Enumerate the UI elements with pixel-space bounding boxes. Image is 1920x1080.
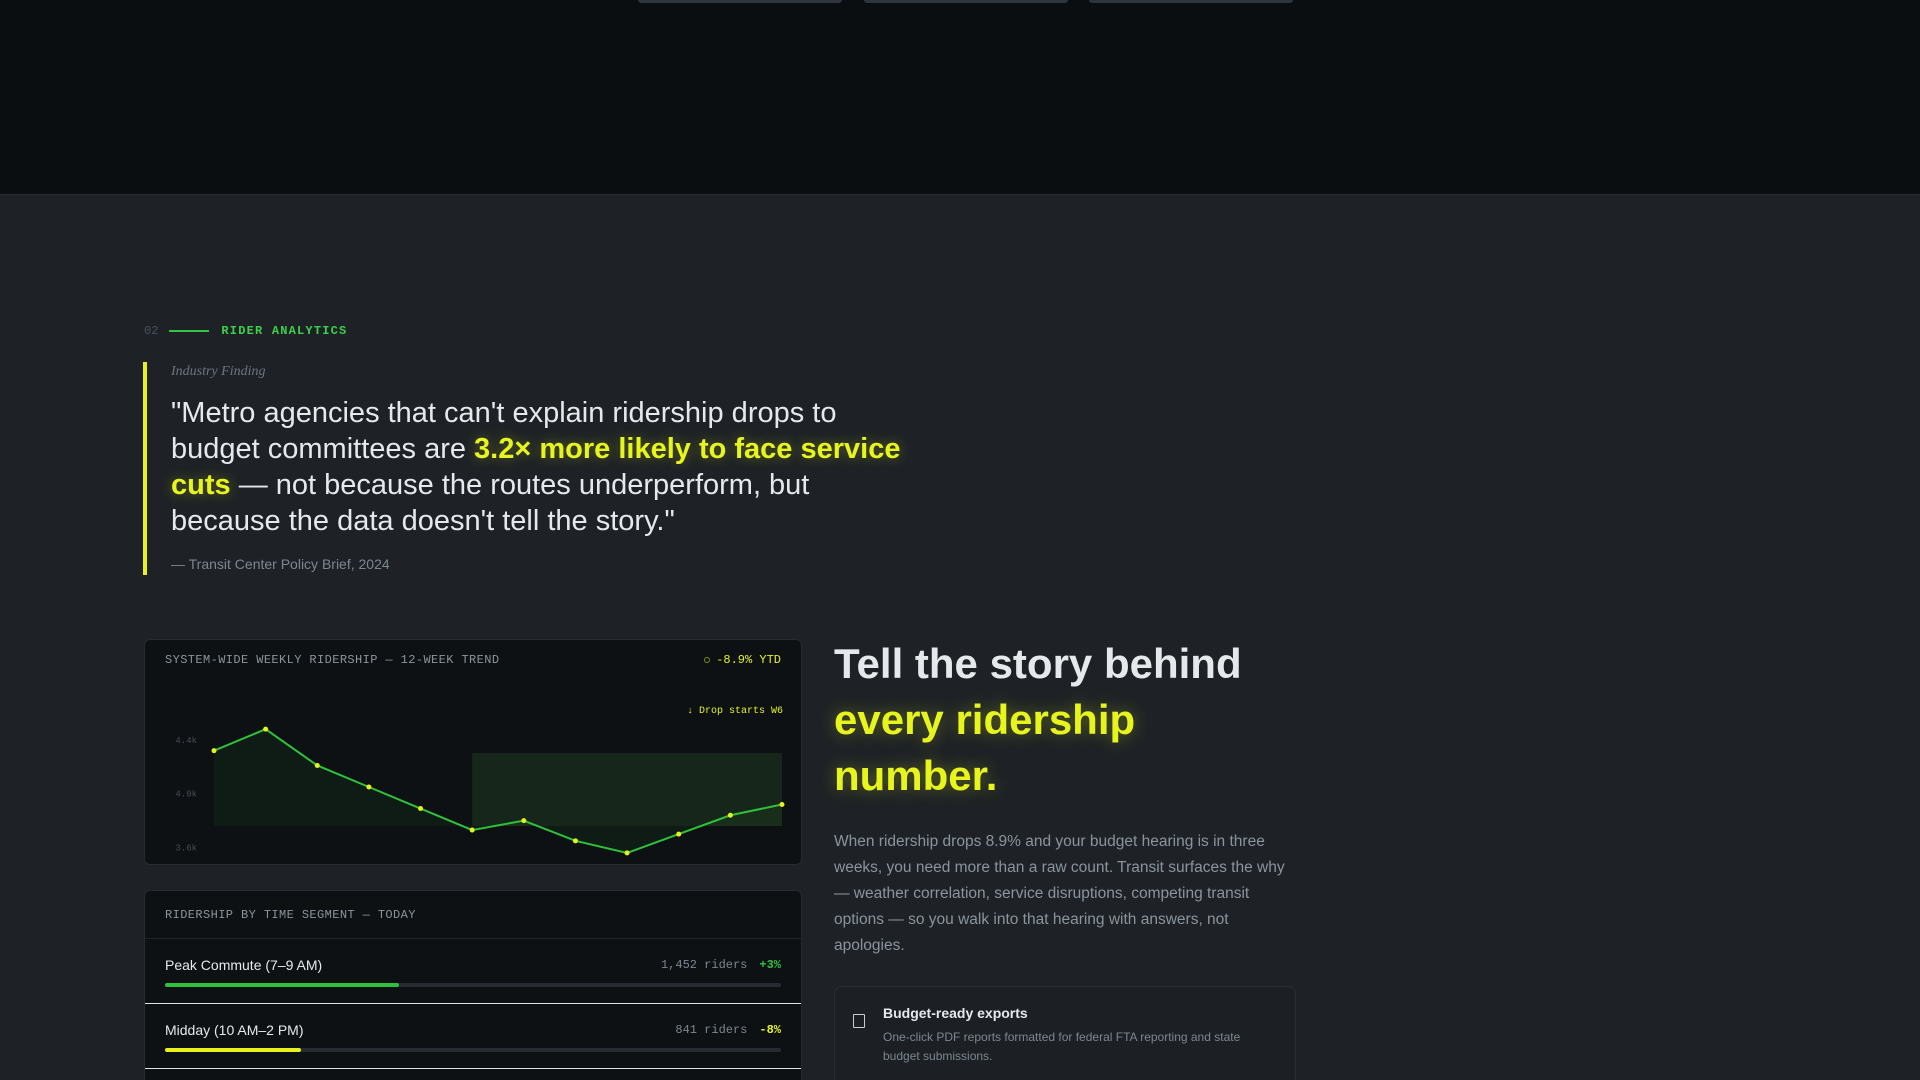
section-label: RIDER ANALYTICS [221,324,348,338]
headline-line-1: Tell the story behind [834,640,1242,687]
quote-part-2: — not because the routes underperform, b… [171,469,810,537]
quote-citation: — Transit Center Policy Brief, 2024 [171,556,390,572]
story-headline: Tell the story behind every ridership nu… [834,636,1296,804]
y-tick-label: 4.0k [175,790,197,800]
status-dot-icon [704,657,711,663]
segment-change: +3% [759,958,781,972]
headline-accent: every ridership number. [834,696,1136,799]
quote-kicker: Industry Finding [171,364,266,379]
data-point [727,812,733,818]
data-point [263,726,269,732]
document-icon [853,1014,865,1028]
industry-quote: Industry Finding "Metro agencies that ca… [143,362,903,575]
top-band [0,0,1920,195]
trend-chart: 4.4k4.0k3.6kW1W3W5W7W9W11W12↓ Drop start… [175,706,785,856]
data-point [418,806,424,812]
section-number: 02 [144,324,159,338]
nav-tab-2[interactable] [864,0,1068,3]
ytd-badge: -8.9% YTD [704,653,781,667]
y-tick-label: 4.4k [175,736,197,746]
feature-title: Budget-ready exports [883,1005,1028,1021]
feature-card-budget-exports[interactable]: Budget-ready exports One-click PDF repor… [834,986,1296,1080]
segment-row[interactable]: Peak Commute (7–9 AM) 1,452 riders +3% [145,939,801,1004]
segment-change: -8% [759,1023,781,1037]
data-point [779,801,785,807]
eyebrow-rule [169,330,210,332]
segment-bar-fill [165,1048,301,1052]
segment-card-title: RIDERSHIP BY TIME SEGMENT — TODAY [165,907,416,922]
segment-riders: 1,452 riders [660,958,748,972]
data-point [624,850,630,856]
segment-row[interactable]: Midday (10 AM–2 PM) 841 riders -8% [145,1004,801,1069]
chart-annotation: ↓ Drop starts W6 [687,706,783,717]
data-point [469,827,475,833]
nav-tab-3[interactable] [1089,0,1293,3]
y-tick-label: 3.6k [175,844,197,854]
data-point [211,748,217,754]
ytd-label: -8.9% YTD [716,653,781,667]
trend-card-title: SYSTEM-WIDE WEEKLY RIDERSHIP — 12-WEEK T… [165,653,500,667]
story-column: Tell the story behind every ridership nu… [834,636,1296,959]
data-point [676,831,682,837]
ridership-trend-card: SYSTEM-WIDE WEEKLY RIDERSHIP — 12-WEEK T… [144,639,802,865]
data-point [521,818,527,824]
data-point [572,838,578,844]
data-point [314,762,320,768]
segment-name: Midday (10 AM–2 PM) [165,1022,304,1038]
segment-riders: 841 riders [675,1023,748,1037]
time-segment-card: RIDERSHIP BY TIME SEGMENT — TODAY Peak C… [144,890,802,1080]
segment-name: Peak Commute (7–9 AM) [165,957,323,973]
section-eyebrow: 02 RIDER ANALYTICS [144,324,347,338]
feature-description: One-click PDF reports formatted for fede… [883,1030,1241,1063]
segment-bar-fill [165,983,400,987]
quote-text: "Metro agencies that can't explain rider… [171,395,901,539]
story-body: When ridership drops 8.9% and your budge… [834,833,1285,954]
segment-bar-track [165,983,781,987]
nav-tab-1[interactable] [638,0,842,3]
segment-bar-track [165,1048,781,1052]
data-point [366,784,372,790]
